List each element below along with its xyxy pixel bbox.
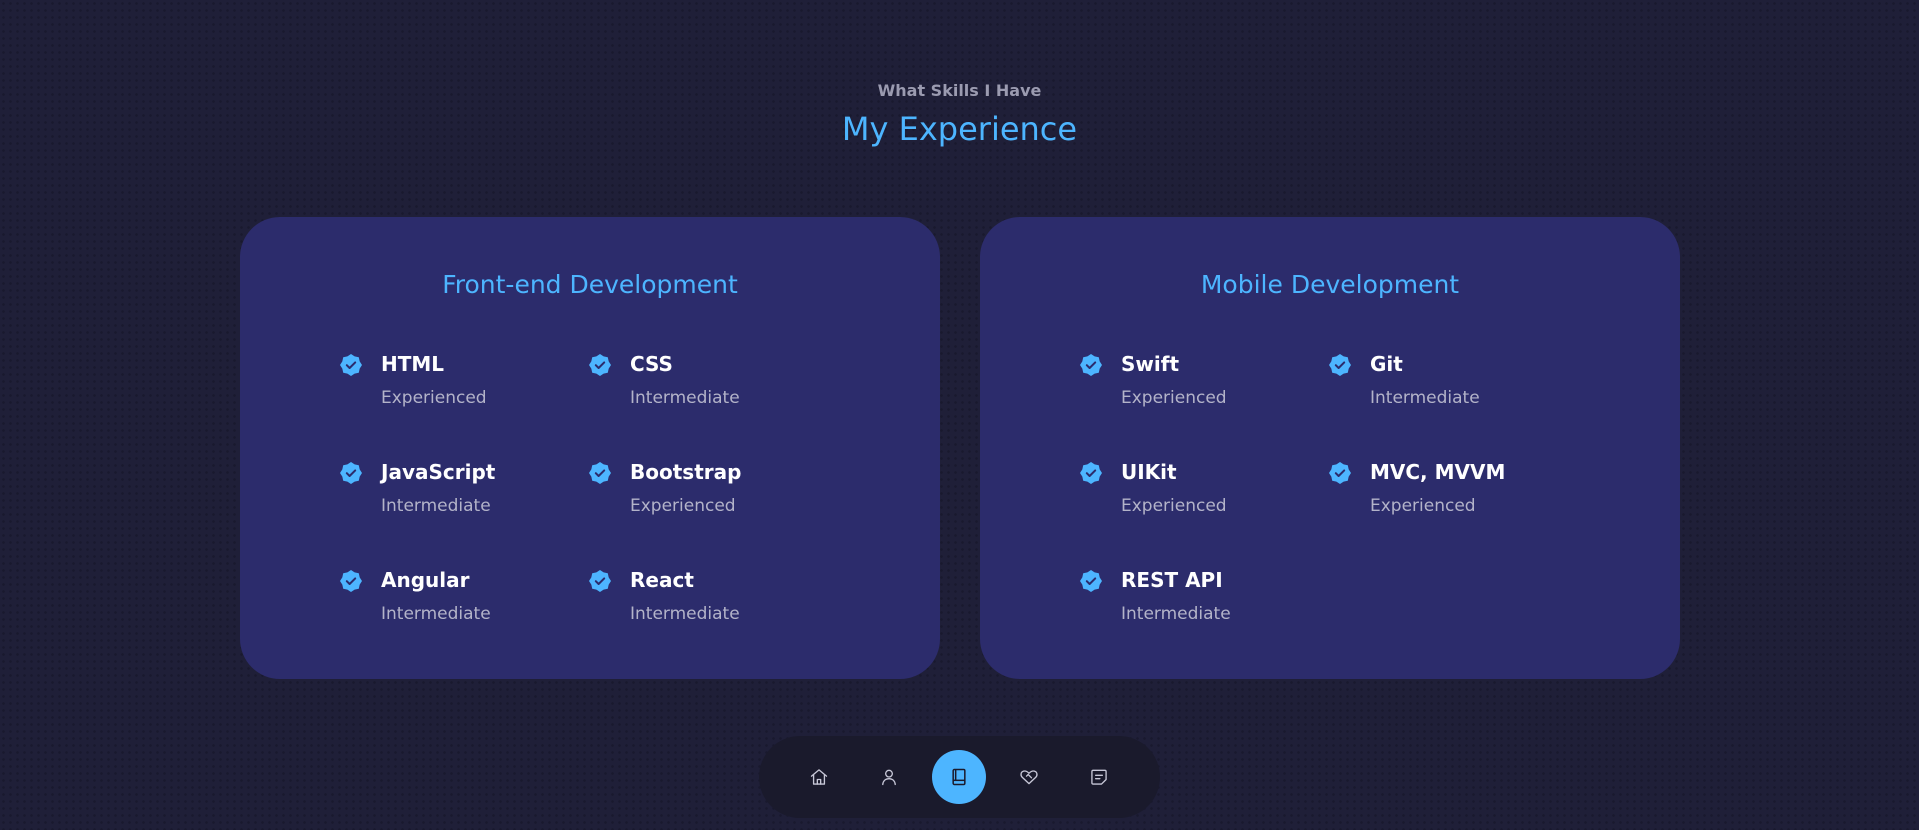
skill-name: UIKit xyxy=(1121,460,1177,484)
skill-item: Git Intermediate xyxy=(1329,352,1569,422)
book-icon xyxy=(952,768,966,786)
card-title: Front-end Development xyxy=(442,270,738,299)
verified-badge-icon xyxy=(1329,354,1351,376)
skill-name: Swift xyxy=(1121,352,1179,376)
verified-badge-icon xyxy=(340,462,362,484)
skill-item: Angular Intermediate xyxy=(340,568,580,638)
skill-item: Swift Experienced xyxy=(1080,352,1320,422)
nav-services[interactable] xyxy=(1002,750,1056,804)
skill-level: Experienced xyxy=(1121,388,1227,408)
skill-name: JavaScript xyxy=(381,460,496,484)
skill-name: MVC, MVVM xyxy=(1370,460,1506,484)
verified-badge-icon xyxy=(340,570,362,592)
verified-badge-icon xyxy=(1329,462,1351,484)
skill-name: Angular xyxy=(381,568,470,592)
heart-handshake-icon xyxy=(1020,770,1038,785)
skill-level: Experienced xyxy=(1370,496,1476,516)
mobile-card: Mobile Development Swift Experienced Git… xyxy=(980,217,1680,679)
verified-badge-icon xyxy=(1080,570,1102,592)
nav-experience[interactable] xyxy=(932,750,986,804)
verified-badge-icon xyxy=(589,570,611,592)
skill-level: Intermediate xyxy=(381,604,491,624)
skill-name: React xyxy=(630,568,694,592)
user-icon xyxy=(882,769,896,786)
card-title: Mobile Development xyxy=(1200,270,1460,299)
verified-badge-icon xyxy=(1080,462,1102,484)
skill-item: HTML Experienced xyxy=(340,352,580,422)
verified-badge-icon xyxy=(589,354,611,376)
skill-level: Intermediate xyxy=(1370,388,1480,408)
skill-level: Intermediate xyxy=(630,388,740,408)
skill-name: Git xyxy=(1370,352,1403,376)
skill-level: Intermediate xyxy=(381,496,491,516)
skill-name: CSS xyxy=(630,352,673,376)
frontend-card: Front-end Development HTML Experienced C… xyxy=(240,217,940,679)
skill-level: Intermediate xyxy=(630,604,740,624)
skill-name: HTML xyxy=(381,352,445,376)
nav-about[interactable] xyxy=(862,750,916,804)
section-subtitle: What Skills I Have xyxy=(877,81,1042,100)
verified-badge-icon xyxy=(1080,354,1102,376)
skill-level: Intermediate xyxy=(1121,604,1231,624)
bottom-nav xyxy=(759,736,1160,818)
message-icon xyxy=(1091,769,1107,785)
skill-item: JavaScript Intermediate xyxy=(340,460,580,530)
experience-section: What Skills I Have My Experience Front-e… xyxy=(0,0,1919,830)
skill-level: Experienced xyxy=(381,388,487,408)
skill-level: Experienced xyxy=(630,496,736,516)
section-title: My Experience xyxy=(841,110,1078,148)
skill-item: MVC, MVVM Experienced xyxy=(1329,460,1569,530)
nav-contact[interactable] xyxy=(1072,750,1126,804)
skill-level: Experienced xyxy=(1121,496,1227,516)
skill-name: Bootstrap xyxy=(630,460,742,484)
verified-badge-icon xyxy=(340,354,362,376)
nav-home[interactable] xyxy=(792,750,846,804)
skill-item: REST API Intermediate xyxy=(1080,568,1320,638)
home-icon xyxy=(810,769,828,785)
skill-item: React Intermediate xyxy=(589,568,829,638)
verified-badge-icon xyxy=(589,462,611,484)
skill-item: Bootstrap Experienced xyxy=(589,460,829,530)
skill-item: CSS Intermediate xyxy=(589,352,829,422)
skill-name: REST API xyxy=(1121,568,1223,592)
skill-item: UIKit Experienced xyxy=(1080,460,1320,530)
